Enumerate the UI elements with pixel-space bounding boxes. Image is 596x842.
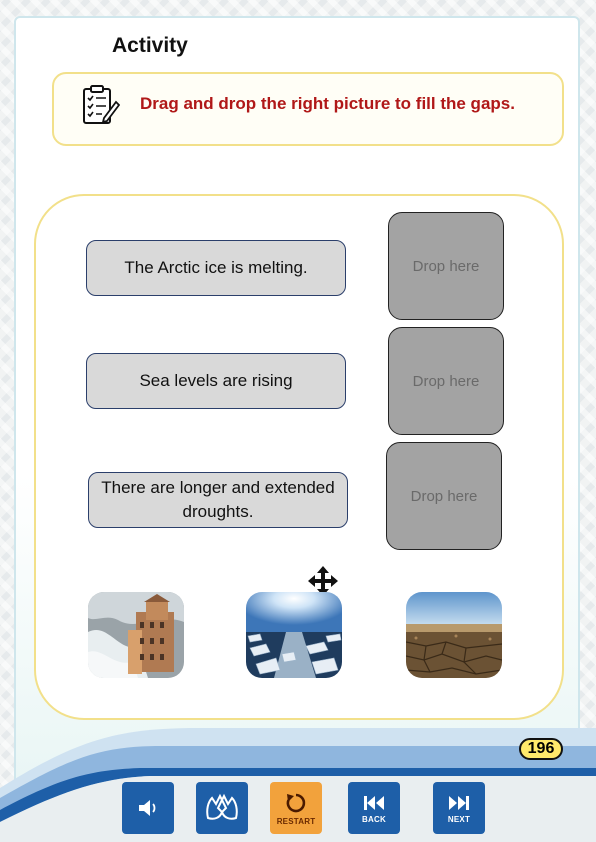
fast-forward-icon xyxy=(449,795,469,810)
activity-card: Activity Drag and drop the right picture… xyxy=(14,16,580,796)
instruction-text: Drag and drop the right picture to fill … xyxy=(140,94,515,113)
back-label: BACK xyxy=(362,814,386,824)
rewind-icon xyxy=(364,795,384,810)
drop-zone-1[interactable]: Drop here xyxy=(388,212,504,320)
speaker-icon xyxy=(139,800,156,816)
sign-language-button[interactable] xyxy=(196,782,248,834)
restart-label: RESTART xyxy=(276,816,316,826)
statement-2: Sea levels are rising xyxy=(86,353,346,409)
sign-language-icon xyxy=(206,793,238,820)
restart-icon xyxy=(286,793,306,812)
checklist-pencil-icon xyxy=(83,85,120,124)
statement-1: The Arctic ice is melting. xyxy=(86,240,346,296)
back-button[interactable]: BACK xyxy=(348,782,400,834)
instruction-box: Drag and drop the right picture to fill … xyxy=(52,72,564,146)
statement-3: There are longer and extended droughts. xyxy=(88,472,348,528)
flooded-coastal-town-picture[interactable] xyxy=(88,592,184,678)
page-number-badge: 196 xyxy=(519,738,563,760)
activity-title: Activity xyxy=(112,34,188,57)
dry-cracked-field-picture[interactable] xyxy=(406,592,502,678)
next-button[interactable]: NEXT xyxy=(433,782,485,834)
melting-sea-ice-picture[interactable] xyxy=(246,592,342,678)
audio-button[interactable] xyxy=(122,782,174,834)
drop-zone-2[interactable]: Drop here xyxy=(388,327,504,435)
drop-zone-3[interactable]: Drop here xyxy=(386,442,502,550)
restart-button[interactable]: RESTART xyxy=(270,782,322,834)
next-label: NEXT xyxy=(447,814,471,824)
